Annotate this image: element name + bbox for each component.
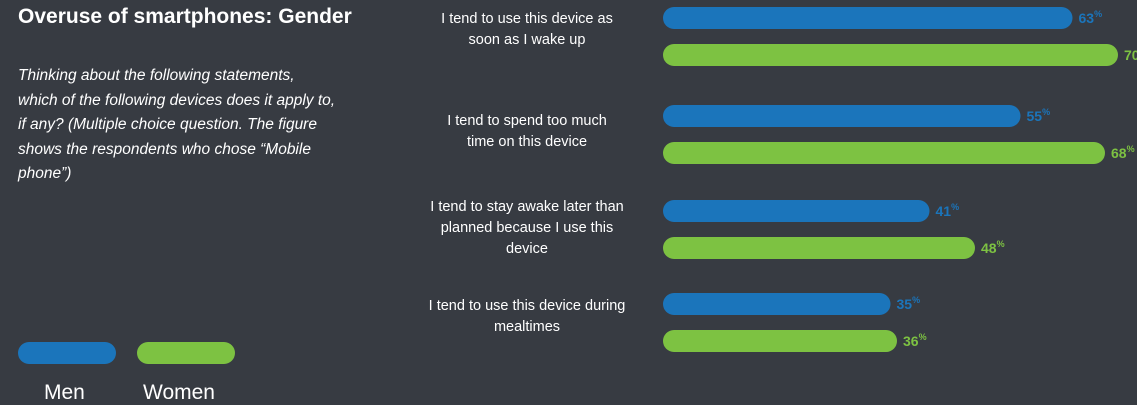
value-label-women: 36% bbox=[903, 332, 927, 349]
value-label-men: 35% bbox=[897, 295, 921, 312]
bar-men bbox=[663, 293, 891, 315]
category-label: I tend to use this device as soon as I wa… bbox=[441, 11, 613, 48]
category-label: I tend to use this device during mealtime… bbox=[429, 298, 626, 335]
bar-women bbox=[663, 237, 975, 259]
bar-women bbox=[663, 44, 1118, 66]
category-label: I tend to spend too much time on this dev… bbox=[447, 113, 607, 150]
legend-swatch-men bbox=[18, 342, 116, 364]
value-label-women: 48% bbox=[981, 239, 1005, 256]
value-label-women: 68% bbox=[1111, 144, 1135, 161]
value-label-men: 41% bbox=[936, 202, 960, 219]
bar-men bbox=[663, 200, 930, 222]
legend-swatch-women bbox=[137, 342, 235, 364]
category-label: I tend to stay awake later than planned b… bbox=[430, 199, 623, 257]
bar-women bbox=[663, 330, 897, 352]
value-label-women: 70% bbox=[1124, 46, 1137, 63]
bar-women bbox=[663, 142, 1105, 164]
bar-men bbox=[663, 105, 1021, 127]
value-label-men: 55% bbox=[1027, 107, 1051, 124]
value-label-men: 63% bbox=[1079, 9, 1103, 26]
bar-men bbox=[663, 7, 1073, 29]
legend-label-men: Men bbox=[44, 381, 85, 404]
legend-label-women: Women bbox=[143, 381, 215, 404]
